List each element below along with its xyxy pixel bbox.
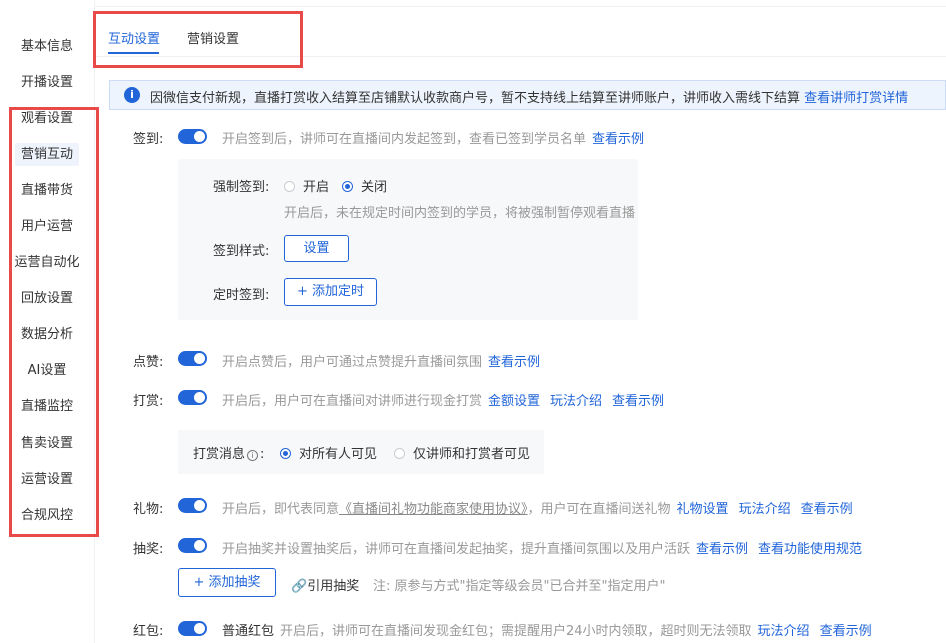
gift-gameplay-link[interactable]: 玩法介绍 [739,502,791,517]
redpacket-description: 开启后，讲师可在直播间发现金红包；需提醒用户24小时内领取，超时则无法领取 [280,624,752,639]
tip-description: 开启后，用户可在直播间对讲师进行现金打赏 [222,394,483,409]
gift-label: 礼物: [133,502,164,517]
timed-signin-label: 定时签到: [213,288,270,303]
redpacket-type: 普通红包 [222,624,275,639]
sidebar-item-broadcast-settings[interactable]: 开播设置 [0,70,94,96]
link-chain-icon: 🔗 [291,579,308,594]
sidebar-item-ops-automation[interactable]: 运营自动化 [0,250,94,276]
radio-unselected-icon [394,448,405,459]
tip-example-link[interactable]: 查看示例 [612,394,664,409]
sidebar-item-live-monitoring[interactable]: 直播监控 [0,394,94,420]
view-tip-details-link[interactable]: 查看讲师打赏详情 [804,91,908,106]
sidebar-item-user-operations[interactable]: 用户运营 [0,214,94,240]
reference-lottery-link[interactable]: 🔗引用抽奖 [291,575,359,594]
radio-unselected-icon [284,181,295,192]
signin-style-button[interactable]: 设置 [284,235,349,262]
gift-toggle[interactable] [178,498,207,513]
sidebar-item-live-commerce[interactable]: 直播带货 [0,178,94,204]
signin-label: 签到: [133,132,164,147]
tip-toggle[interactable] [178,390,207,405]
tip-msg-limited-option[interactable]: 仅讲师和打赏者可见 [394,443,530,462]
notice-text: 因微信支付新规，直播打赏收入结算至店铺默认收款商户号，暂不支持线上结算至讲师账户… [150,91,801,106]
signin-description: 开启签到后，讲师可在直播间内发起签到，查看已签到学员名单 [222,132,587,147]
gift-description-prefix: 开启后，即代表同意 [222,502,340,517]
info-icon: i [124,87,140,103]
lottery-description: 开启抽奖并设置抽奖后，讲师可在直播间发起抽奖，提升直播间氛围以及用户活跃 [222,542,691,557]
like-label: 点赞: [133,355,164,370]
redpacket-label: 红包: [133,624,164,639]
tip-message-label: 打赏消息 [193,447,246,462]
gift-example-link[interactable]: 查看示例 [801,502,853,517]
sidebar-item-compliance-risk[interactable]: 合规风控 [0,503,94,529]
tip-gameplay-link[interactable]: 玩法介绍 [550,394,602,409]
info-circle-icon[interactable]: i [247,450,259,461]
redpacket-toggle[interactable] [178,621,207,636]
lottery-note: 注: 原参与方式"指定等级会员"已合并至"指定用户" [373,579,666,594]
force-signin-description: 开启后，未在规定时间内签到的学员，将被强制暂停观看直播 [284,206,636,221]
gift-description-suffix: ，用户可在直播间送礼物 [527,502,671,517]
force-signin-on-option[interactable]: 开启 [284,176,329,195]
sidebar-item-ai-settings[interactable]: AI设置 [0,358,94,384]
sidebar-item-viewing-settings[interactable]: 观看设置 [0,106,94,132]
sidebar-item-data-analysis[interactable]: 数据分析 [0,322,94,348]
lottery-label: 抽奖: [133,542,164,557]
tip-label: 打赏: [133,394,164,409]
add-lottery-button[interactable]: + 添加抽奖 [178,568,276,597]
sidebar-item-basic-info[interactable]: 基本信息 [0,34,94,60]
wechat-pay-notice: i 因微信支付新规，直播打赏收入结算至店铺默认收款商户号，暂不支持线上结算至讲师… [109,80,946,110]
active-tab-indicator [108,52,159,54]
redpacket-gameplay-link[interactable]: 玩法介绍 [758,624,810,639]
radio-selected-icon [342,181,353,192]
sidebar-item-replay-settings[interactable]: 回放设置 [0,286,94,312]
lottery-rules-link[interactable]: 查看功能使用规范 [758,542,862,557]
lottery-example-link[interactable]: 查看示例 [696,542,748,557]
gift-agreement-link[interactable]: 《直播间礼物功能商家使用协议》 [339,502,528,517]
tab-marketing-settings[interactable]: 营销设置 [187,28,239,47]
force-signin-off-option[interactable]: 关闭 [342,176,387,195]
like-example-link[interactable]: 查看示例 [488,355,540,370]
lottery-toggle[interactable] [178,538,207,553]
like-toggle[interactable] [178,351,207,366]
tip-amount-settings-link[interactable]: 金额设置 [488,394,540,409]
tabs-divider [94,56,946,57]
gift-settings-link[interactable]: 礼物设置 [677,502,729,517]
force-signin-label: 强制签到: [213,180,270,195]
redpacket-example-link[interactable]: 查看示例 [820,624,872,639]
sidebar-nav: 基本信息 开播设置 观看设置 营销互动 直播带货 用户运营 运营自动化 回放设置… [0,0,95,643]
signin-style-label: 签到样式: [213,244,270,259]
tip-msg-all-option[interactable]: 对所有人可见 [280,443,377,462]
signin-toggle[interactable] [178,129,207,144]
tab-interaction-settings[interactable]: 互动设置 [108,28,160,47]
signin-example-link[interactable]: 查看示例 [592,132,644,147]
top-bar-divider [0,0,946,7]
sidebar-item-marketing-interaction[interactable]: 营销互动 [0,142,94,168]
sidebar-item-sales-settings[interactable]: 售卖设置 [0,431,94,457]
like-description: 开启点赞后，用户可通过点赞提升直播间氛围 [222,355,483,370]
radio-selected-icon [280,448,291,459]
sidebar-item-operation-settings[interactable]: 运营设置 [0,467,94,493]
add-timed-signin-button[interactable]: + 添加定时 [284,278,377,306]
